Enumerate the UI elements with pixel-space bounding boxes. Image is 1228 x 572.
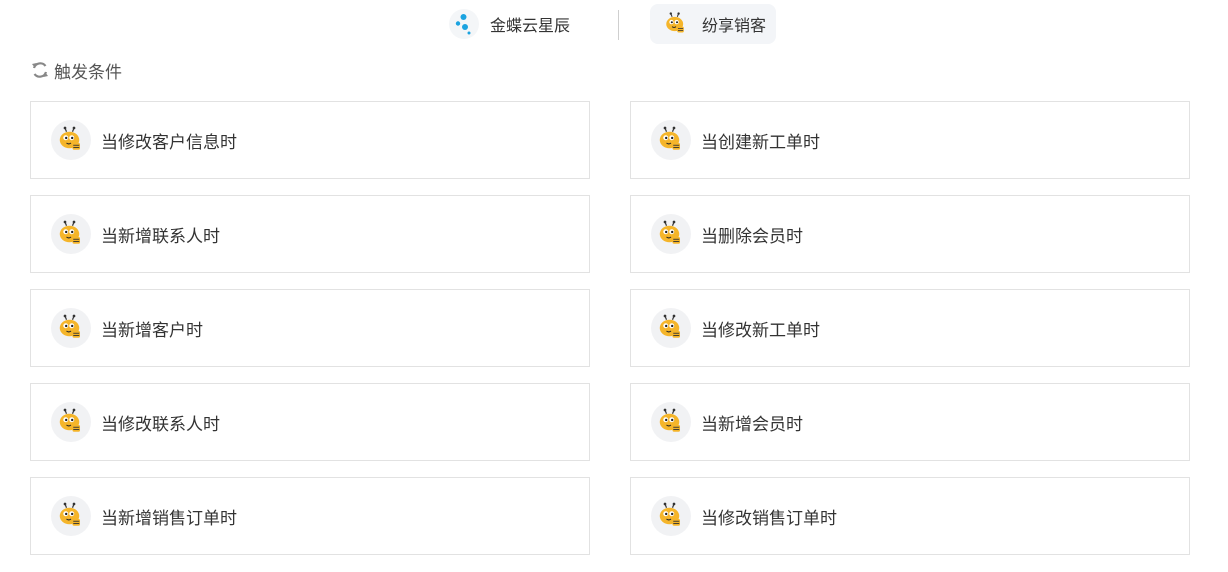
app-kingdee[interactable]: 金蝶云星辰 bbox=[448, 4, 580, 44]
kingdee-dots-icon bbox=[448, 8, 480, 40]
section-title: 触发条件 bbox=[54, 62, 122, 83]
trigger-card[interactable]: 当新增联系人时 bbox=[30, 195, 590, 273]
trigger-label: 当新增客户时 bbox=[101, 320, 203, 341]
trigger-label: 当创建新工单时 bbox=[701, 132, 820, 153]
app-fxiaoke[interactable]: 纷享销客 bbox=[650, 4, 777, 44]
app-switcher: 金蝶云星辰 纷享销客 bbox=[0, 0, 1228, 50]
trigger-label: 当新增销售订单时 bbox=[101, 508, 237, 529]
bee-icon bbox=[51, 120, 91, 160]
trigger-label: 当新增联系人时 bbox=[101, 226, 220, 247]
bee-icon bbox=[651, 214, 691, 254]
bee-icon bbox=[651, 120, 691, 160]
trigger-label: 当新增会员时 bbox=[701, 414, 803, 435]
trigger-card[interactable]: 当修改联系人时 bbox=[30, 383, 590, 461]
trigger-card[interactable]: 当新增销售订单时 bbox=[30, 477, 590, 555]
trigger-label: 当修改客户信息时 bbox=[101, 132, 237, 153]
trigger-card[interactable]: 当修改客户信息时 bbox=[30, 101, 590, 179]
trigger-label: 当删除会员时 bbox=[701, 226, 803, 247]
trigger-card[interactable]: 当修改销售订单时 bbox=[630, 477, 1190, 555]
trigger-label: 当修改新工单时 bbox=[701, 320, 820, 341]
app-divider bbox=[618, 10, 619, 40]
bee-icon bbox=[51, 214, 91, 254]
bee-icon bbox=[651, 402, 691, 442]
trigger-card[interactable]: 当新增会员时 bbox=[630, 383, 1190, 461]
sync-icon bbox=[30, 60, 50, 80]
app-kingdee-label: 金蝶云星辰 bbox=[490, 16, 571, 35]
trigger-label: 当修改联系人时 bbox=[101, 414, 220, 435]
trigger-label: 当修改销售订单时 bbox=[701, 508, 837, 529]
trigger-card[interactable]: 当新增客户时 bbox=[30, 289, 590, 367]
section-trigger-conditions: 触发条件 bbox=[30, 58, 122, 83]
bee-icon bbox=[651, 308, 691, 348]
bee-icon bbox=[51, 496, 91, 536]
trigger-list: 当修改客户信息时 当创建新工单时 当新增联系人时 当删除会员时 当新增客户时 当… bbox=[30, 101, 1190, 555]
app-fxiaoke-label: 纷享销客 bbox=[702, 16, 767, 35]
trigger-card[interactable]: 当创建新工单时 bbox=[630, 101, 1190, 179]
bee-icon bbox=[660, 8, 692, 40]
trigger-card[interactable]: 当修改新工单时 bbox=[630, 289, 1190, 367]
bee-icon bbox=[51, 402, 91, 442]
bee-icon bbox=[651, 496, 691, 536]
bee-icon bbox=[51, 308, 91, 348]
trigger-card[interactable]: 当删除会员时 bbox=[630, 195, 1190, 273]
